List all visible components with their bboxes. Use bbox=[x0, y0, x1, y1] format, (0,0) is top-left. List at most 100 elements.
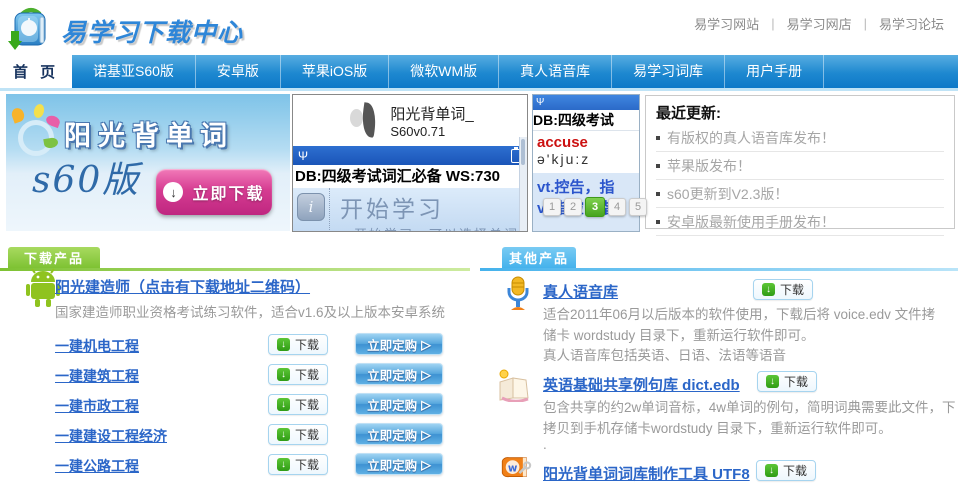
product-link-dictmaker[interactable]: 阳光背单词词库制作工具 UTF8 bbox=[543, 463, 750, 484]
download-button[interactable]: ↓ 下载 bbox=[753, 279, 813, 300]
update-item: 苹果版发布！ bbox=[656, 152, 944, 180]
product-link[interactable]: 一建公路工程 bbox=[55, 456, 139, 476]
info-icon: i bbox=[297, 193, 325, 221]
menu-item-label: 开始学习 bbox=[340, 190, 519, 224]
screenshot-pagination: 12345 bbox=[543, 197, 647, 217]
separator: | bbox=[864, 16, 867, 31]
download-button[interactable]: ↓ 下载 bbox=[756, 460, 816, 481]
screenshot-scrollbar bbox=[519, 137, 527, 231]
app-version: S60v0.71 bbox=[390, 124, 473, 139]
pagination-page[interactable]: 3 bbox=[585, 197, 605, 217]
site-title: 易学习下载中心 bbox=[61, 13, 243, 49]
download-button[interactable]: ↓ 下载 bbox=[757, 371, 817, 392]
download-button[interactable]: ↓ 下载 bbox=[268, 394, 328, 415]
nav-items: 诺基亚S60版安卓版苹果iOS版微软WM版真人语音库易学习词库用户手册 bbox=[72, 55, 824, 88]
product-link-voice[interactable]: 真人语音库 bbox=[543, 281, 618, 302]
nav-underline bbox=[0, 88, 958, 91]
order-label: 立即定购 bbox=[367, 425, 417, 444]
order-now-button[interactable]: 立即定购 ▷ bbox=[355, 363, 443, 385]
download-label: 下载 bbox=[295, 396, 319, 413]
updates-list: 有版权的真人语音库发布！ 苹果版发布！ s60更新到V2.3版！ 安卓版最新使用… bbox=[656, 124, 944, 236]
nav-item-home[interactable]: 首 页 bbox=[0, 55, 72, 88]
download-button[interactable]: ↓ 下载 bbox=[268, 454, 328, 475]
download-button[interactable]: ↓ 下载 bbox=[268, 334, 328, 355]
tab-other-products[interactable]: 其他产品 bbox=[502, 247, 576, 268]
download-label: 下载 bbox=[780, 281, 804, 298]
product-rows: 一建机电工程 ↓ 下载 立即定购 ▷ 一建建筑工程 ↓ 下载 立即定购 ▷ 一建… bbox=[55, 330, 455, 480]
product-link[interactable]: 一建建筑工程 bbox=[55, 366, 139, 386]
product-link[interactable]: 一建市政工程 bbox=[55, 396, 139, 416]
nav-item[interactable]: 苹果iOS版 bbox=[281, 55, 389, 88]
top-link-shop[interactable]: 易学习网店 bbox=[787, 14, 852, 33]
download-arrow-icon: ↓ bbox=[277, 368, 290, 381]
download-label: 下载 bbox=[295, 426, 319, 443]
product-desc-line: 适合2011年06月以后版本的软件使用，下载后将 voice.edv 文件拷 bbox=[543, 303, 935, 323]
download-arrow-icon: ↓ bbox=[765, 464, 778, 477]
bullet-icon bbox=[656, 164, 660, 168]
featured-product-link[interactable]: 阳光建造师（点击有下载地址二维码） bbox=[55, 276, 310, 297]
download-label: 下载 bbox=[295, 456, 319, 473]
order-now-button[interactable]: 立即定购 ▷ bbox=[355, 453, 443, 475]
app-logo-icon bbox=[346, 101, 384, 141]
dictionary-word: accuse bbox=[537, 134, 635, 151]
banner-download-button[interactable]: ↓ 立即下载 bbox=[156, 169, 272, 215]
bullet-icon bbox=[656, 136, 660, 140]
book-bulb-icon bbox=[496, 368, 532, 407]
product-row: 一建公路工程 ↓ 下载 立即定购 ▷ bbox=[55, 450, 455, 480]
pagination-page[interactable]: 4 bbox=[608, 198, 626, 216]
chevron-right-icon: ▷ bbox=[421, 427, 431, 442]
product-link[interactable]: 一建机电工程 bbox=[55, 336, 139, 356]
update-item-text: s60更新到V2.3版！ bbox=[667, 184, 788, 204]
banner-download-label: 立即下载 bbox=[192, 180, 264, 204]
order-now-button[interactable]: 立即定购 ▷ bbox=[355, 423, 443, 445]
download-button[interactable]: ↓ 下载 bbox=[268, 364, 328, 385]
order-label: 立即定购 bbox=[367, 455, 417, 474]
update-item-text: 有版权的真人语音库发布！ bbox=[667, 128, 835, 148]
update-item-text: 苹果版发布！ bbox=[667, 156, 751, 176]
product-link[interactable]: 一建建设工程经济 bbox=[55, 426, 167, 446]
nav-item[interactable]: 易学习词库 bbox=[612, 55, 725, 88]
order-label: 立即定购 bbox=[367, 395, 417, 414]
nav-item[interactable]: 真人语音库 bbox=[499, 55, 612, 88]
menu-selected-row: i 开始学习 开始学习，可以选择单词 bbox=[293, 188, 527, 232]
top-link-forum[interactable]: 易学习论坛 bbox=[879, 14, 944, 33]
product-link-sentences[interactable]: 英语基础共享例句库 dict.edb bbox=[543, 374, 740, 395]
download-label: 下载 bbox=[783, 462, 807, 479]
featured-product-desc: 国家建造师职业资格考试练习软件，适合v1.6及以上版本安卓系统 bbox=[55, 301, 445, 321]
download-arrow-icon: ↓ bbox=[277, 428, 290, 441]
download-label: 下载 bbox=[295, 336, 319, 353]
product-row: 一建建筑工程 ↓ 下载 立即定购 ▷ bbox=[55, 360, 455, 390]
app-screenshot-splash: 阳光背单词_ S60v0.71 Ψ DB:四级考试词汇必备 WS:730 i 开… bbox=[292, 94, 528, 232]
chevron-right-icon: ▷ bbox=[421, 367, 431, 382]
pagination-page[interactable]: 2 bbox=[564, 198, 582, 216]
pagination-page[interactable]: 5 bbox=[629, 198, 647, 216]
order-now-button[interactable]: 立即定购 ▷ bbox=[355, 393, 443, 415]
nav-item[interactable]: 用户手册 bbox=[725, 55, 824, 88]
pagination-page[interactable]: 1 bbox=[543, 198, 561, 216]
tab-download-products[interactable]: 下载产品 bbox=[8, 247, 100, 268]
nav-item[interactable]: 微软WM版 bbox=[389, 55, 499, 88]
order-label: 立即定购 bbox=[367, 335, 417, 354]
site-logo[interactable]: 易学习下载中心 bbox=[8, 5, 243, 56]
chevron-right-icon: ▷ bbox=[421, 397, 431, 412]
nav-item[interactable]: 安卓版 bbox=[196, 55, 281, 88]
menu-item-sublabel: 开始学习，可以选择单词 bbox=[354, 224, 519, 232]
nav-item[interactable]: 诺基亚S60版 bbox=[72, 55, 196, 88]
download-arrow-icon: ↓ bbox=[163, 182, 183, 202]
separator: | bbox=[771, 16, 774, 31]
download-button[interactable]: ↓ 下载 bbox=[268, 424, 328, 445]
product-row: 一建市政工程 ↓ 下载 立即定购 ▷ bbox=[55, 390, 455, 420]
chevron-right-icon: ▷ bbox=[421, 457, 431, 472]
updates-title: 最近更新: bbox=[656, 102, 944, 123]
banner-edition: s60版 bbox=[32, 151, 140, 203]
recent-updates-panel: 最近更新: 有版权的真人语音库发布！ 苹果版发布！ s60更新到V2.3版！ 安… bbox=[645, 95, 955, 229]
app-name: 阳光背单词_ bbox=[390, 103, 473, 124]
order-now-button[interactable]: 立即定购 ▷ bbox=[355, 333, 443, 355]
product-desc-line: . bbox=[543, 437, 547, 452]
download-label: 下载 bbox=[295, 366, 319, 383]
top-link-website[interactable]: 易学习网站 bbox=[694, 14, 759, 33]
signal-icon: Ψ bbox=[536, 97, 544, 108]
update-item: 安卓版最新使用手册发布！ bbox=[656, 208, 944, 236]
bullet-icon bbox=[656, 192, 660, 196]
product-desc-line: 拷贝到手机存储卡wordstudy 目录下，重新运行软件即可。 bbox=[543, 417, 892, 437]
